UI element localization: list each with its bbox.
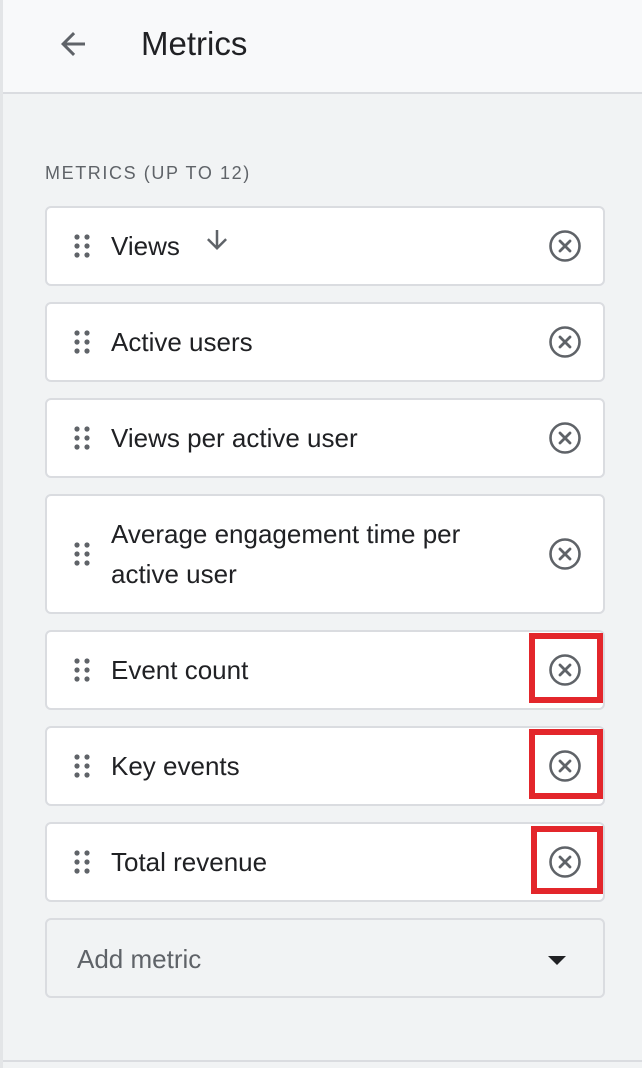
metric-chip-event-count: Event count [45,630,605,710]
drag-indicator-icon [74,658,90,682]
highlight-box-key-events [529,729,603,799]
drag-handle[interactable] [73,425,91,451]
caret-down-icon [548,956,566,965]
metric-label: Average engagement time per active user [111,519,461,589]
arrow-down-icon [206,229,227,250]
highlight-box-event-count [529,633,603,703]
drag-indicator-icon [74,850,90,874]
highlight-box-total-revenue [531,826,603,894]
panel-header: Metrics [3,0,642,94]
metrics-panel: Metrics METRICS (UP TO 12) Views Active … [0,0,642,1068]
metric-label: Active users [111,327,253,357]
cancel-circle-icon [549,422,581,454]
drag-indicator-icon [74,330,90,354]
metric-label: Views per active user [111,423,358,453]
drag-indicator-icon [74,234,90,258]
arrow-back-icon [61,32,85,56]
metric-chip-views-per-active-user: Views per active user [45,398,605,478]
sort-button[interactable] [202,225,232,266]
metric-chip-active-users: Active users [45,302,605,382]
remove-metric-button[interactable] [546,323,584,361]
drag-handle[interactable] [73,753,91,779]
drag-indicator-icon [74,426,90,450]
metric-chip-views: Views [45,206,605,286]
metric-chip-total-revenue: Total revenue [45,822,605,902]
metric-label: Key events [111,751,240,781]
cancel-circle-icon [549,230,581,262]
back-button[interactable] [47,20,99,68]
drag-handle[interactable] [73,541,91,567]
drag-handle[interactable] [73,657,91,683]
remove-metric-button[interactable] [546,227,584,265]
remove-metric-button[interactable] [546,535,584,573]
page-title: Metrics [141,25,248,62]
metric-label: Views [111,226,511,266]
cancel-circle-icon [549,326,581,358]
divider [3,1060,642,1062]
cancel-circle-icon [549,538,581,570]
metric-chip-key-events: Key events [45,726,605,806]
metric-chip-average-engagement-time: Average engagement time per active user [45,494,605,614]
drag-handle[interactable] [73,849,91,875]
remove-metric-button[interactable] [546,419,584,457]
drag-handle[interactable] [73,233,91,259]
drag-indicator-icon [74,542,90,566]
section-label: METRICS (UP TO 12) [45,163,251,183]
metric-label-text: Views [111,231,180,261]
metric-label: Total revenue [111,847,268,877]
drag-handle[interactable] [73,329,91,355]
drag-indicator-icon [74,754,90,778]
add-metric-placeholder: Add metric [77,944,202,974]
add-metric-dropdown[interactable]: Add metric [45,918,605,998]
metric-label: Event count [111,655,249,685]
